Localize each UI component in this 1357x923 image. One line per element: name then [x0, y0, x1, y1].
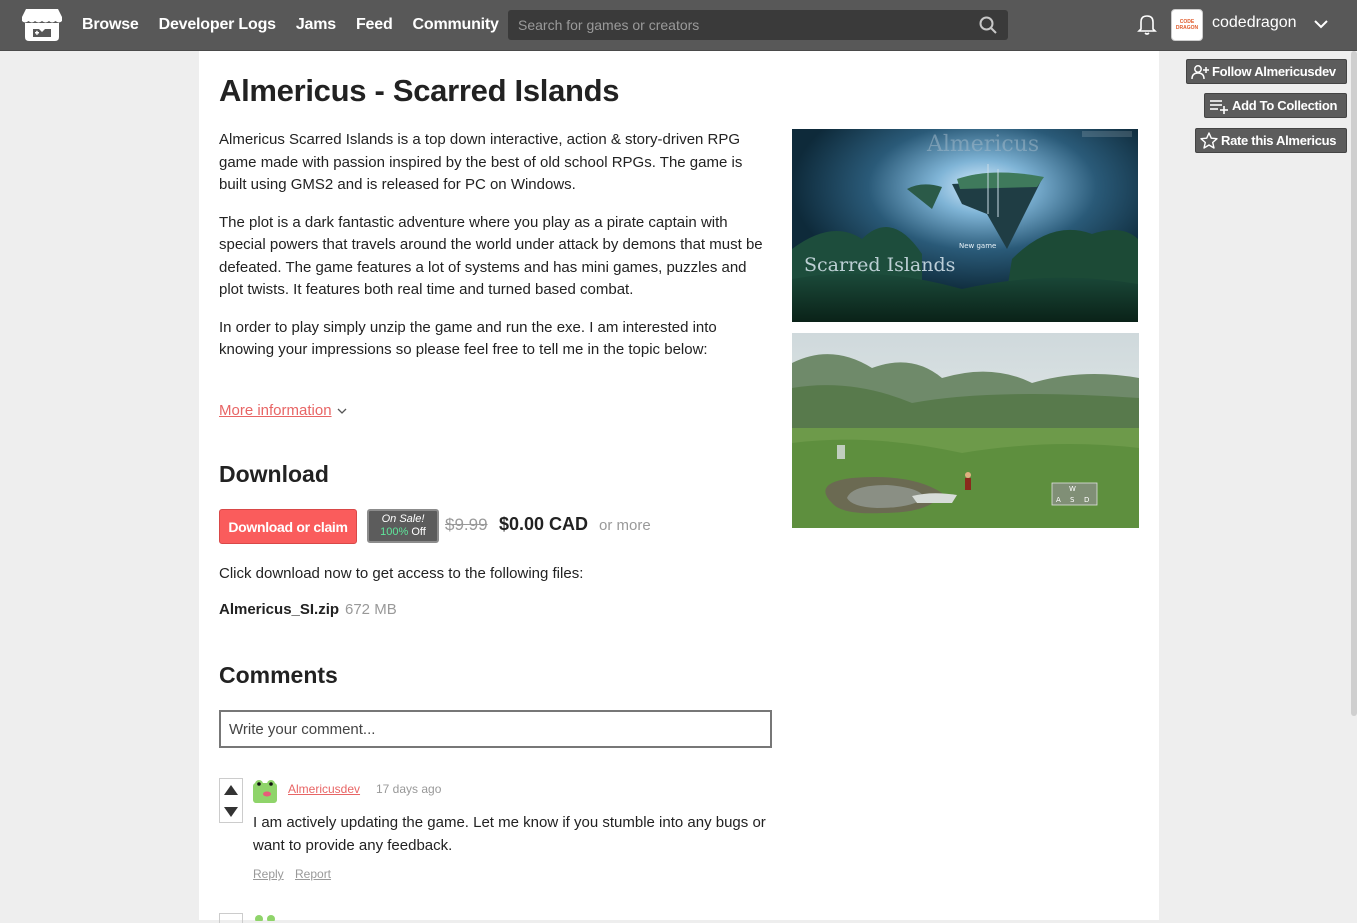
username[interactable]: codedragon: [1212, 14, 1297, 32]
sale-label: On Sale!: [381, 513, 425, 525]
add-to-collection-button[interactable]: Add To Collection: [1204, 93, 1347, 118]
comment-text: I am actively updating the game. Let me …: [253, 814, 766, 854]
key-d-label: D: [1084, 496, 1089, 504]
files-intro: Click download now to get access to the …: [219, 565, 584, 582]
add-user-icon: [1191, 64, 1209, 79]
game-page: Almericus - Scarred Islands Almericus Sc…: [199, 51, 1159, 923]
page-scrollbar[interactable]: [1351, 51, 1357, 716]
description-paragraph: Almericus Scarred Islands is a top down …: [219, 131, 743, 193]
sale-percent: 100%: [380, 526, 409, 538]
vote-widget: [219, 778, 243, 823]
game-title: Almericus - Scarred Islands: [219, 73, 620, 108]
original-price: $9.99: [445, 515, 488, 534]
user-avatar[interactable]: CODE DRAGON: [1171, 9, 1203, 41]
download-button[interactable]: Download or claim: [219, 509, 357, 544]
key-s-label: S: [1070, 496, 1075, 504]
nav-jams[interactable]: Jams: [296, 16, 336, 34]
game-description: Almericus Scarred Islands is a top down …: [219, 129, 771, 377]
more-information-link[interactable]: More information: [219, 402, 348, 419]
nav-feed[interactable]: Feed: [356, 16, 393, 34]
key-w-label: W: [1069, 485, 1076, 493]
download-heading: Download: [219, 461, 329, 487]
downvote-arrow-icon[interactable]: [224, 807, 238, 817]
follow-button[interactable]: Follow Almericusdev: [1186, 59, 1347, 84]
game-screenshot-valley[interactable]: W A S D: [792, 333, 1139, 528]
search-bar: [508, 10, 1008, 40]
chevron-down-icon[interactable]: [1313, 16, 1329, 32]
nav-browse[interactable]: Browse: [82, 16, 139, 34]
sale-discount: 100% Off: [369, 526, 437, 539]
upvote-arrow-icon[interactable]: [224, 785, 238, 795]
comment-author[interactable]: Almericusdev: [288, 782, 360, 796]
star-icon: [1200, 132, 1218, 149]
description-paragraph: The plot is a dark fantastic adventure w…: [219, 213, 763, 299]
search-input[interactable]: [508, 10, 968, 40]
sale-price: $0.00 CAD: [499, 514, 589, 534]
comments-heading: Comments: [219, 662, 338, 688]
playlist-add-icon: [1210, 99, 1228, 114]
comment-input[interactable]: [219, 710, 772, 748]
description-paragraph: In order to play simply unzip the game a…: [219, 318, 717, 359]
nav-community[interactable]: Community: [413, 16, 499, 34]
file-name: Almericus_SI.zip: [219, 601, 340, 618]
rate-label: Rate this Almericus: [1221, 133, 1337, 148]
screenshot-title-text: Scarred Islands: [804, 254, 955, 276]
main-nav: Browse Developer Logs Jams Feed Communit…: [82, 0, 519, 50]
report-link[interactable]: Report: [295, 867, 331, 881]
avatar-logo-text: CODE DRAGON: [1175, 19, 1199, 31]
nav-developer-logs[interactable]: Developer Logs: [159, 16, 276, 34]
key-a-label: A: [1056, 496, 1061, 504]
screenshot-menu-text: New game: [959, 242, 996, 250]
chevron-down-icon: [337, 408, 347, 414]
top-header: Browse Developer Logs Jams Feed Communit…: [0, 0, 1357, 51]
itchio-logo-icon[interactable]: [22, 7, 62, 43]
add-to-collection-label: Add To Collection: [1232, 98, 1338, 113]
or-more-text: or more: [599, 517, 651, 534]
bell-icon[interactable]: [1137, 12, 1157, 36]
game-screenshot-title-screen[interactable]: Almericus Scarred Islands New game: [792, 129, 1138, 322]
more-information-label: More information: [219, 402, 332, 419]
follow-label: Follow Almericusdev: [1212, 64, 1336, 79]
rate-button[interactable]: Rate this Almericus: [1195, 128, 1347, 153]
sale-off: Off: [411, 526, 426, 538]
frog-avatar-icon[interactable]: [252, 778, 278, 804]
sale-badge: On Sale! 100% Off: [367, 509, 439, 543]
comment-time: 17 days ago: [376, 782, 442, 796]
vote-widget: [219, 913, 243, 923]
reply-link[interactable]: Reply: [253, 867, 284, 881]
search-icon[interactable]: [978, 15, 998, 35]
file-size: 672 MB: [345, 601, 397, 618]
svg-text:Almericus: Almericus: [926, 132, 1039, 157]
